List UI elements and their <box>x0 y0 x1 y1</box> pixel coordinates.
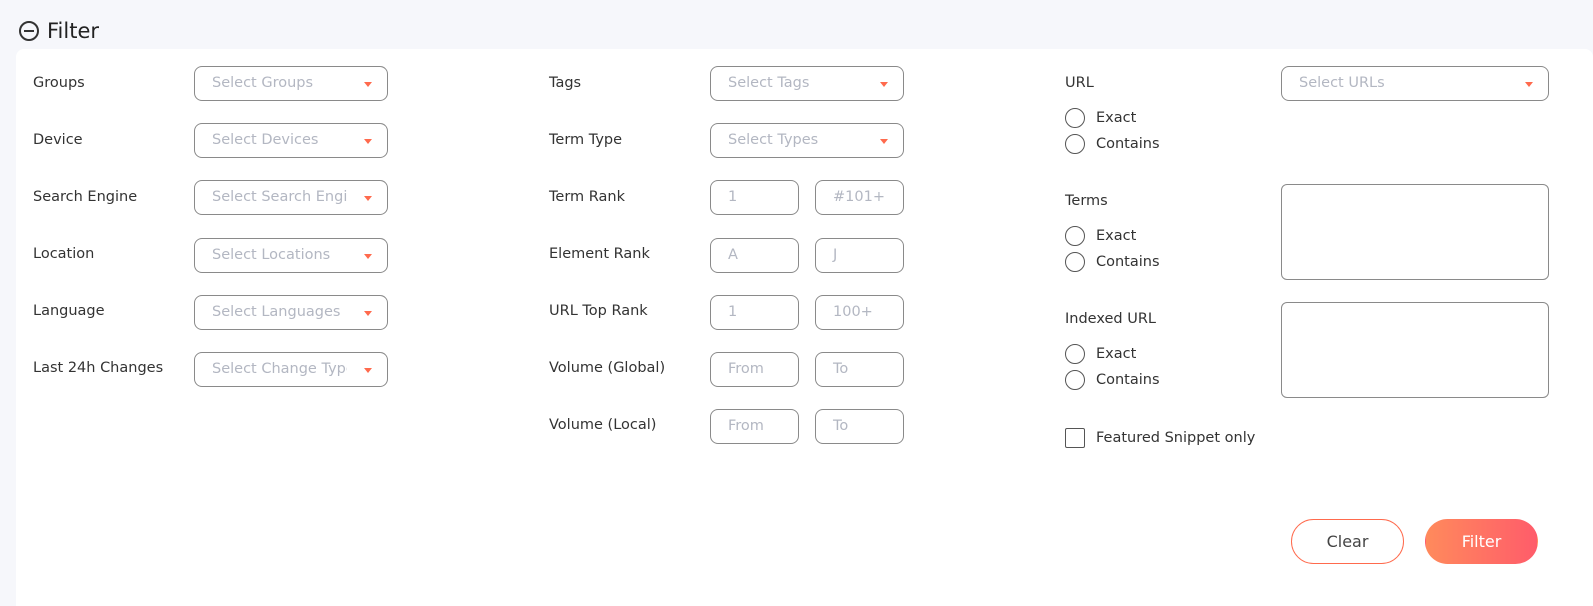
terms-contains-label: Contains <box>1096 254 1160 270</box>
term-type-label: Term Type <box>549 132 623 148</box>
term-type-placeholder: Select Types <box>728 132 819 148</box>
device-select[interactable]: Select Devices <box>194 123 388 158</box>
url-top-rank-label: URL Top Rank <box>549 303 648 319</box>
featured-snippet-label: Featured Snippet only <box>1096 430 1256 446</box>
indexed-url-exact-radio[interactable]: Exact <box>1065 344 1136 364</box>
url-contains-radio[interactable]: Contains <box>1065 134 1160 154</box>
volume-global-to-input[interactable]: To <box>815 352 904 387</box>
changes-placeholder: Select Change Types <box>212 361 347 377</box>
indexed-url-label: Indexed URL <box>1065 311 1156 327</box>
url-exact-radio[interactable]: Exact <box>1065 108 1136 128</box>
url-select[interactable]: Select URLs <box>1281 66 1549 101</box>
caret-down-icon <box>364 139 372 144</box>
caret-down-icon <box>364 82 372 87</box>
radio-circle-icon <box>1065 108 1085 128</box>
changes-label: Last 24h Changes <box>33 360 164 376</box>
groups-placeholder: Select Groups <box>212 75 314 91</box>
caret-down-icon <box>364 311 372 316</box>
volume-local-from-input[interactable]: From <box>710 409 799 444</box>
language-label: Language <box>33 303 105 319</box>
element-rank-label: Element Rank <box>549 246 650 262</box>
terms-exact-radio[interactable]: Exact <box>1065 226 1136 246</box>
groups-label: Groups <box>33 75 85 91</box>
terms-exact-label: Exact <box>1096 228 1137 244</box>
radio-circle-icon <box>1065 226 1085 246</box>
term-rank-to-input[interactable]: #101+ <box>815 180 904 215</box>
search-engine-label: Search Engine <box>33 189 138 205</box>
indexed-url-contains-radio[interactable]: Contains <box>1065 370 1160 390</box>
radio-circle-icon <box>1065 134 1085 154</box>
caret-down-icon <box>880 139 888 144</box>
changes-select[interactable]: Select Change Types <box>194 352 388 387</box>
terms-contains-radio[interactable]: Contains <box>1065 252 1160 272</box>
url-top-rank-from-input[interactable]: 1 <box>710 295 799 330</box>
radio-circle-icon <box>1065 252 1085 272</box>
clear-button[interactable]: Clear <box>1291 519 1404 564</box>
search-engine-select[interactable]: Select Search Engines <box>194 180 388 215</box>
featured-snippet-checkbox[interactable]: Featured Snippet only <box>1065 428 1255 448</box>
checkbox-icon <box>1065 428 1085 448</box>
element-rank-to-input[interactable]: J <box>815 238 904 273</box>
radio-circle-icon <box>1065 344 1085 364</box>
indexed-url-textarea[interactable] <box>1281 302 1549 398</box>
caret-down-icon <box>364 196 372 201</box>
location-select[interactable]: Select Locations <box>194 238 388 273</box>
volume-global-label: Volume (Global) <box>549 360 666 376</box>
filter-panel: Groups Select Groups Device Select Devic… <box>16 49 1593 606</box>
caret-down-icon <box>1525 82 1533 87</box>
tags-placeholder: Select Tags <box>728 75 810 91</box>
term-rank-from-input[interactable]: 1 <box>710 180 799 215</box>
device-label: Device <box>33 132 83 148</box>
groups-select[interactable]: Select Groups <box>194 66 388 101</box>
location-placeholder: Select Locations <box>212 247 331 263</box>
tags-label: Tags <box>549 75 582 91</box>
search-engine-placeholder: Select Search Engines <box>212 189 347 205</box>
indexed-url-exact-label: Exact <box>1096 346 1137 362</box>
url-top-rank-to-input[interactable]: 100+ <box>815 295 904 330</box>
volume-global-from-input[interactable]: From <box>710 352 799 387</box>
volume-local-to-input[interactable]: To <box>815 409 904 444</box>
language-select[interactable]: Select Languages <box>194 295 388 330</box>
filter-header: Filter <box>19 17 99 45</box>
filter-button[interactable]: Filter <box>1425 519 1538 564</box>
location-label: Location <box>33 246 95 262</box>
tags-select[interactable]: Select Tags <box>710 66 904 101</box>
url-label: URL <box>1065 75 1094 91</box>
caret-down-icon <box>880 82 888 87</box>
term-type-select[interactable]: Select Types <box>710 123 904 158</box>
caret-down-icon <box>364 254 372 259</box>
terms-label: Terms <box>1065 193 1108 209</box>
terms-textarea[interactable] <box>1281 184 1549 280</box>
volume-local-label: Volume (Local) <box>549 417 657 433</box>
minus-circle-icon[interactable] <box>19 21 39 41</box>
indexed-url-contains-label: Contains <box>1096 372 1160 388</box>
device-placeholder: Select Devices <box>212 132 319 148</box>
language-placeholder: Select Languages <box>212 304 341 320</box>
element-rank-from-input[interactable]: A <box>710 238 799 273</box>
caret-down-icon <box>364 368 372 373</box>
radio-circle-icon <box>1065 370 1085 390</box>
filter-title: Filter <box>47 19 100 43</box>
url-exact-label: Exact <box>1096 110 1137 126</box>
term-rank-label: Term Rank <box>549 189 625 205</box>
url-placeholder: Select URLs <box>1299 75 1385 91</box>
url-contains-label: Contains <box>1096 136 1160 152</box>
